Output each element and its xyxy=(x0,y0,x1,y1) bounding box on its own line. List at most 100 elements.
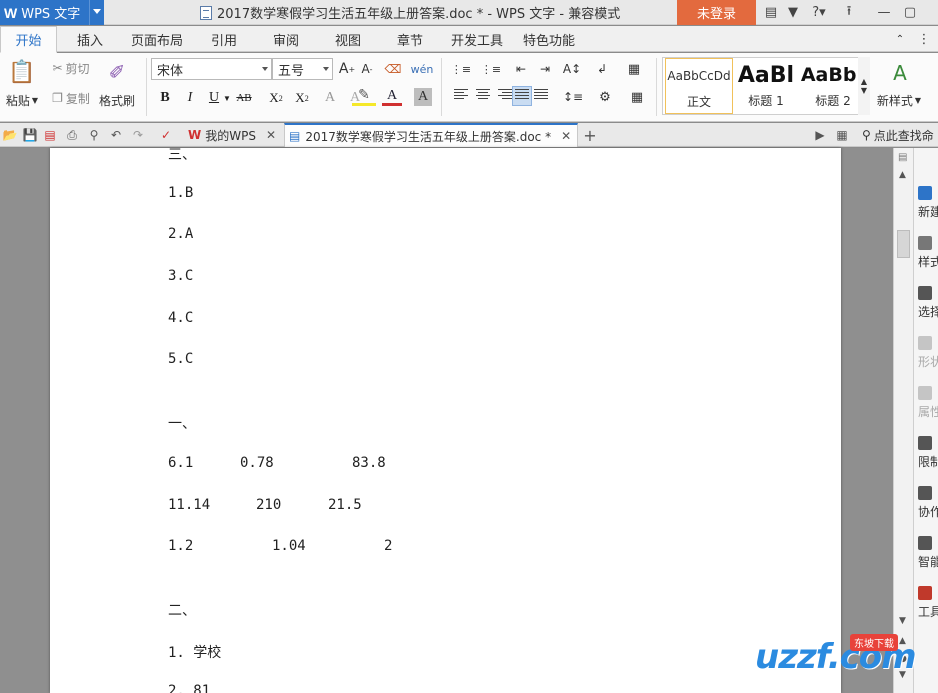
more-icon[interactable]: ⋮ xyxy=(914,26,934,52)
clear-format-icon[interactable]: ⌫ xyxy=(383,59,403,79)
shirt-icon[interactable]: ▼ xyxy=(782,0,804,25)
subscript-icon[interactable]: X2 xyxy=(292,88,312,108)
highlight-icon[interactable]: ✎ xyxy=(352,88,376,106)
indent-icon[interactable]: ⇥ xyxy=(534,61,556,77)
styles-icon xyxy=(918,236,932,250)
align-left-icon[interactable] xyxy=(454,89,468,101)
styles-scroll[interactable]: ▲ ▼ xyxy=(858,57,870,115)
search-box[interactable]: ⚲ 点此查找命 xyxy=(858,123,938,147)
borders-icon[interactable]: ▦ xyxy=(624,89,650,105)
share-icon[interactable]: ▶ xyxy=(812,127,828,143)
panel-properties[interactable]: 属性 xyxy=(918,386,938,420)
scroll-down-icon[interactable]: ▼ xyxy=(899,616,906,626)
table-icon[interactable]: ▦ xyxy=(624,61,644,77)
copy-button[interactable]: ❐ 复制 xyxy=(48,89,94,107)
split-icon[interactable]: ▤ xyxy=(898,152,907,163)
help-icon[interactable]: ?▾ xyxy=(806,0,832,25)
scroll-up-icon[interactable]: ▲ xyxy=(899,170,906,180)
tab-references[interactable]: 引用 xyxy=(200,26,248,52)
style-normal[interactable]: AaBbCcDd 正文 xyxy=(665,58,733,114)
close-icon[interactable]: ✕ xyxy=(561,129,571,143)
superscript-icon[interactable]: X2 xyxy=(266,88,286,108)
bullets-icon[interactable]: ⋮≡ xyxy=(448,61,474,77)
login-button[interactable]: 未登录 xyxy=(677,0,756,25)
font-color-icon[interactable]: A xyxy=(382,88,402,106)
tab-insert[interactable]: 插入 xyxy=(66,26,114,52)
distribute-icon[interactable] xyxy=(534,89,548,101)
outdent-icon[interactable]: ⇤ xyxy=(510,61,532,77)
shading-icon[interactable]: ⚙ xyxy=(592,89,618,105)
line-spacing-icon[interactable]: ↕≡ xyxy=(560,89,586,105)
scroll-thumb[interactable] xyxy=(897,230,910,258)
doc-line: 4.C xyxy=(168,310,194,326)
print-icon[interactable]: ⎙ xyxy=(64,127,80,143)
panel-new[interactable]: 新建 xyxy=(918,186,938,220)
justify-icon[interactable] xyxy=(515,89,529,101)
undo-icon[interactable]: ↶ xyxy=(108,127,124,143)
upload-icon[interactable]: ⭱ xyxy=(838,0,860,25)
tab-home[interactable]: 开始 xyxy=(0,26,57,53)
add-tab-icon[interactable]: + xyxy=(582,126,598,145)
panel-restrict[interactable]: 限制 xyxy=(918,436,938,470)
minimize-icon[interactable]: — xyxy=(873,0,895,25)
tab-review[interactable]: 审阅 xyxy=(262,26,310,52)
line-break-icon[interactable]: ↲ xyxy=(592,61,612,77)
tab-developer[interactable]: 开发工具 xyxy=(446,26,508,52)
tab-features[interactable]: 特色功能 xyxy=(518,26,580,52)
new-style-button[interactable]: 新样式 ▼ xyxy=(874,91,924,109)
font-size-select[interactable]: 五号 xyxy=(272,58,333,80)
panel-collaborate[interactable]: 协作 xyxy=(918,486,938,520)
save-icon[interactable]: 💾 xyxy=(22,127,38,143)
copy-icon: ❐ xyxy=(52,91,63,105)
underline-icon[interactable]: U xyxy=(204,88,224,108)
vertical-scrollbar[interactable]: ▤ ▲ ▼ ▲ ● ▼ xyxy=(893,148,913,693)
close-icon[interactable]: ✕ xyxy=(266,128,276,142)
cut-button[interactable]: ✂ 剪切 xyxy=(48,59,94,77)
panel-smart[interactable]: 智能 xyxy=(918,536,938,570)
italic-icon[interactable]: I xyxy=(180,88,200,108)
tab-section[interactable]: 章节 xyxy=(386,26,434,52)
align-center-icon[interactable] xyxy=(476,89,490,101)
align-right-icon[interactable] xyxy=(498,89,512,101)
app-menu-button[interactable]: W WPS 文字 xyxy=(0,0,104,25)
paste-icon[interactable]: 📋 xyxy=(4,58,40,86)
panel-styles[interactable]: 样式 xyxy=(918,236,938,270)
paste-button[interactable]: 粘贴 ▼ xyxy=(2,91,42,109)
font-family-select[interactable]: 宋体 xyxy=(151,58,272,80)
tab-current-document[interactable]: ▤ 2017数学寒假学习生活五年级上册答案.doc * ✕ xyxy=(284,123,578,147)
grow-font-icon[interactable]: A + xyxy=(338,59,356,79)
panel-tools[interactable]: 工具 xyxy=(918,586,938,620)
chevron-down-icon[interactable]: ▼ xyxy=(222,88,232,108)
style-heading-1[interactable]: AaBl 标题 1 xyxy=(735,58,797,114)
tab-view[interactable]: 视图 xyxy=(324,26,372,52)
ribbon: 📋 粘贴 ▼ ✂ 剪切 ❐ 复制 ✐ 格式刷 宋体 五号 A + A- ⌫ wén B … xyxy=(0,53,938,122)
panel-select[interactable]: 选择 xyxy=(918,286,938,320)
shrink-font-icon[interactable]: A- xyxy=(358,59,376,79)
export-pdf-icon[interactable]: ▤ xyxy=(42,127,58,143)
print-preview-icon[interactable]: ⚲ xyxy=(86,127,102,143)
collapse-ribbon-icon[interactable]: ⌃ xyxy=(890,26,910,52)
new-doc-icon xyxy=(918,186,932,200)
strikethrough-icon[interactable]: AB xyxy=(234,88,254,108)
format-painter-button[interactable]: 格式刷 xyxy=(96,91,138,109)
open-icon[interactable]: 📂 xyxy=(2,127,18,143)
restore-icon[interactable]: ▢ xyxy=(899,0,921,25)
tab-page-layout[interactable]: 页面布局 xyxy=(124,26,190,52)
skin-icon[interactable]: ▤ xyxy=(760,0,782,25)
text-direction-icon[interactable]: A↕ xyxy=(560,61,584,77)
char-shading-icon[interactable]: A xyxy=(414,88,432,106)
numbering-icon[interactable]: ⋮≡ xyxy=(478,61,504,77)
phonetic-icon[interactable]: wén xyxy=(408,57,436,81)
text-effect-icon[interactable]: A xyxy=(320,88,340,108)
bold-icon[interactable]: B xyxy=(155,88,175,108)
layout-icon[interactable]: ▦ xyxy=(834,127,850,143)
new-style-icon[interactable]: A xyxy=(880,59,920,87)
document-page[interactable]: 三、 1.B 2.A 3.C 4.C 5.C 一、 6.1 0.78 83.8 … xyxy=(50,148,841,693)
tab-my-wps[interactable]: W 我的WPS ✕ xyxy=(182,123,282,147)
brush-icon[interactable]: ✐ xyxy=(100,58,134,86)
mark-icon[interactable]: ✓ xyxy=(158,127,174,143)
redo-icon[interactable]: ↷ xyxy=(130,127,146,143)
document-icon: ▤ xyxy=(289,129,301,143)
panel-shape[interactable]: 形状 xyxy=(918,336,938,370)
document-icon xyxy=(200,5,212,20)
